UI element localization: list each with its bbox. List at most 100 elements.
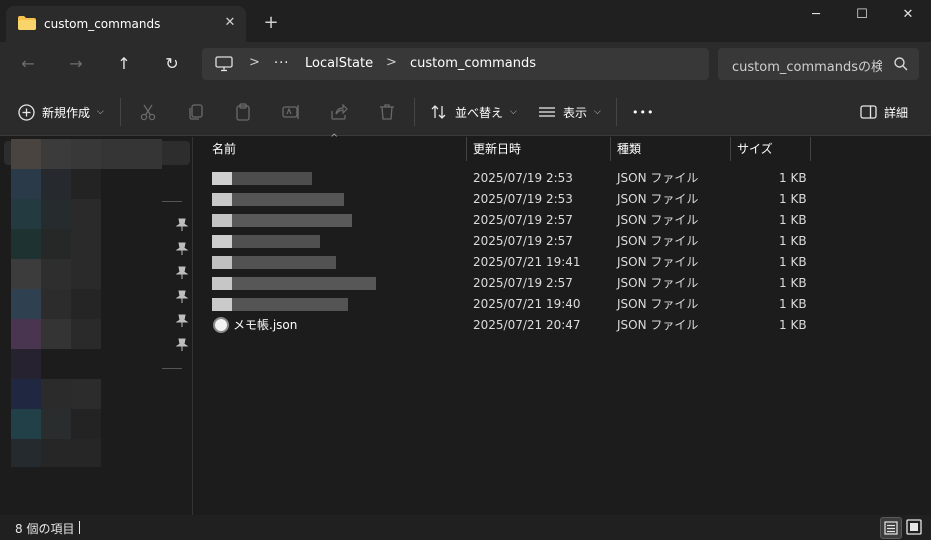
table-row[interactable]: 2025/07/19 2:57 JSON ファイル 1 KB <box>204 210 810 231</box>
file-name-obscured <box>232 172 312 185</box>
paste-icon[interactable] <box>233 102 253 122</box>
title-bar: custom_commands ✕ + ─ ☐ ✕ <box>0 0 931 42</box>
sort-button-label: 並べ替え <box>455 105 504 120</box>
file-type: JSON ファイル <box>617 297 699 311</box>
nav-mosaic <box>41 199 71 229</box>
search-input[interactable]: custom_commandsの検索 <box>732 56 882 75</box>
nav-mosaic <box>71 439 101 467</box>
table-row[interactable]: 2025/07/21 19:40 JSON ファイル 1 KB <box>204 294 810 315</box>
search-box[interactable]: custom_commandsの検索 <box>718 48 919 80</box>
tab-custom-commands[interactable]: custom_commands ✕ <box>6 6 246 42</box>
tab-close-icon[interactable]: ✕ <box>219 12 241 34</box>
file-icon <box>212 298 232 311</box>
table-row[interactable]: 2025/07/19 2:57 JSON ファイル 1 KB <box>204 231 810 252</box>
divider <box>120 98 121 126</box>
nav-mosaic <box>41 229 71 259</box>
file-type: JSON ファイル <box>617 171 699 185</box>
file-size: 1 KB <box>779 297 807 311</box>
tab-title: custom_commands <box>44 17 161 31</box>
divider <box>414 98 415 126</box>
file-name-obscured <box>232 277 376 290</box>
rename-icon[interactable] <box>281 102 301 122</box>
navigation-pane[interactable] <box>0 137 193 515</box>
address-bar: ← → ↑ ↻ > ··· LocalState > custom_comman… <box>0 42 931 88</box>
more-options-button[interactable]: ••• <box>632 100 654 124</box>
details-view-button[interactable] <box>880 517 902 539</box>
nav-mosaic <box>11 229 41 259</box>
new-button-label: 新規作成 <box>42 105 91 120</box>
new-tab-button[interactable]: + <box>260 12 282 34</box>
column-divider[interactable] <box>810 137 811 161</box>
file-size: 1 KB <box>779 192 807 206</box>
nav-mosaic <box>41 289 71 319</box>
delete-icon[interactable] <box>377 102 397 122</box>
nav-mosaic <box>71 259 101 289</box>
breadcrumb[interactable]: > ··· LocalState > custom_commands <box>202 48 709 80</box>
column-header-modified[interactable]: 更新日時 <box>467 137 610 161</box>
copy-icon[interactable] <box>186 102 206 122</box>
file-modified: 2025/07/19 2:57 <box>473 234 573 248</box>
nav-mosaic <box>41 169 71 199</box>
breadcrumb-overflow[interactable]: ··· <box>274 56 289 71</box>
column-header-type[interactable]: 種類 <box>611 137 730 161</box>
table-row[interactable]: 2025/07/19 2:53 JSON ファイル 1 KB <box>204 168 810 189</box>
view-button[interactable]: 表示 ⌵ <box>538 100 601 124</box>
breadcrumb-separator[interactable]: > <box>249 55 260 70</box>
nav-separator <box>162 201 182 202</box>
breadcrumb-custom-commands[interactable]: custom_commands <box>410 56 536 71</box>
plus-circle-icon <box>18 103 35 121</box>
share-icon[interactable] <box>329 102 349 122</box>
cut-icon[interactable] <box>138 102 158 122</box>
close-button[interactable]: ✕ <box>885 0 931 32</box>
file-type: JSON ファイル <box>617 255 699 269</box>
file-size: 1 KB <box>779 171 807 185</box>
file-modified: 2025/07/21 19:40 <box>473 297 581 311</box>
file-name-obscured <box>232 214 352 227</box>
sort-button[interactable]: 並べ替え ⌵ <box>430 100 517 124</box>
nav-mosaic <box>71 169 101 199</box>
more-icon: ••• <box>632 105 655 119</box>
file-modified: 2025/07/21 20:47 <box>473 318 581 332</box>
breadcrumb-localstate[interactable]: LocalState <box>305 56 373 71</box>
refresh-button[interactable]: ↻ <box>158 52 186 76</box>
chevron-down-icon: ⌵ <box>510 107 517 117</box>
computer-icon <box>215 56 233 72</box>
chevron-down-icon: ⌵ <box>594 107 601 117</box>
file-list[interactable]: ^ 名前 更新日時 種類 サイズ 2025/07/19 2:53 JSON ファ… <box>194 133 931 515</box>
nav-mosaic <box>71 379 101 409</box>
nav-mosaic <box>11 259 41 289</box>
column-header-name[interactable]: 名前 <box>206 137 466 161</box>
maximize-button[interactable]: ☐ <box>839 0 885 32</box>
breadcrumb-separator[interactable]: > <box>386 55 397 70</box>
forward-button[interactable]: → <box>62 52 90 76</box>
table-row[interactable]: 2025/07/19 2:57 JSON ファイル 1 KB <box>204 273 810 294</box>
file-modified: 2025/07/21 19:41 <box>473 255 581 269</box>
view-button-label: 表示 <box>563 105 588 120</box>
table-row[interactable]: メモ帳.json 2025/07/21 20:47 JSON ファイル 1 KB <box>204 315 810 336</box>
up-button[interactable]: ↑ <box>110 52 138 76</box>
nav-mosaic <box>11 439 41 467</box>
nav-mosaic <box>11 319 41 349</box>
file-type: JSON ファイル <box>617 318 699 332</box>
pin-icon <box>176 314 188 327</box>
view-list-icon <box>539 107 555 117</box>
nav-mosaic <box>11 139 41 169</box>
large-icons-view-button[interactable] <box>904 517 926 539</box>
details-pane-button[interactable]: 詳細 <box>860 100 908 124</box>
file-icon <box>212 193 232 206</box>
minimize-button[interactable]: ─ <box>793 0 839 32</box>
file-modified: 2025/07/19 2:57 <box>473 276 573 290</box>
search-icon[interactable] <box>893 56 909 72</box>
nav-mosaic <box>71 319 101 349</box>
table-row[interactable]: 2025/07/21 19:41 JSON ファイル 1 KB <box>204 252 810 273</box>
back-button[interactable]: ← <box>14 52 42 76</box>
column-header-size[interactable]: サイズ <box>731 137 810 161</box>
nav-mosaic <box>71 229 101 259</box>
file-size: 1 KB <box>779 213 807 227</box>
table-row[interactable]: 2025/07/19 2:53 JSON ファイル 1 KB <box>204 189 810 210</box>
details-pane-icon <box>860 105 877 119</box>
file-modified: 2025/07/19 2:53 <box>473 171 573 185</box>
pin-icon <box>176 242 188 255</box>
new-button[interactable]: 新規作成 ⌵ <box>18 100 104 124</box>
file-size: 1 KB <box>779 276 807 290</box>
